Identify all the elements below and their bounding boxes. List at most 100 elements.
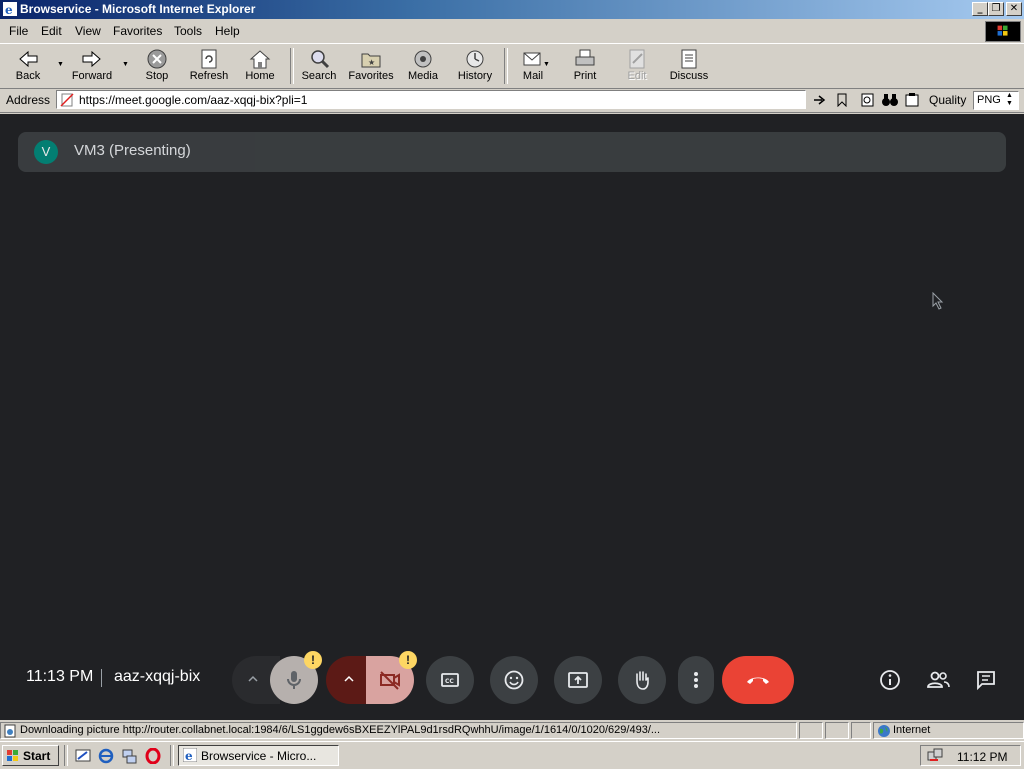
menu-favorites[interactable]: Favorites <box>113 24 162 38</box>
home-button[interactable]: Home <box>234 46 286 86</box>
binoculars-icon[interactable] <box>881 93 899 107</box>
chat-button[interactable] <box>968 662 1004 698</box>
quality-select[interactable]: PNG ▲ ▼ <box>973 91 1019 110</box>
captions-button[interactable]: CC <box>426 656 474 704</box>
back-arrow-icon <box>19 50 38 68</box>
end-call-button[interactable] <box>722 656 794 704</box>
system-tray: 11:12 PM <box>920 745 1021 766</box>
quality-label: Quality <box>929 93 967 107</box>
favorites-button[interactable]: ★ Favorites <box>345 46 397 86</box>
more-vert-icon <box>694 672 698 688</box>
network-computer-icon[interactable] <box>121 748 137 764</box>
media-button[interactable]: Media <box>397 46 449 86</box>
status-panel <box>825 722 849 739</box>
menu-bar: File Edit View Favorites Tools Help <box>0 20 1024 42</box>
forward-button[interactable]: Forward <box>66 46 118 86</box>
status-panel <box>799 722 823 739</box>
mic-warning-badge: ! <box>304 651 322 669</box>
ie-window-icon: e <box>183 748 197 762</box>
menu-tools[interactable]: Tools <box>174 24 202 38</box>
maximize-button[interactable]: ❐ <box>988 2 1004 16</box>
discuss-button[interactable]: Discuss <box>663 46 715 86</box>
meeting-time: 11:13 PM <box>26 668 94 685</box>
present-screen-icon <box>568 672 588 688</box>
internet-zone-icon <box>878 725 890 737</box>
raise-hand-button[interactable] <box>618 656 666 704</box>
svg-text:CC: CC <box>445 678 454 685</box>
page-broken-icon <box>60 93 74 107</box>
chevron-up-icon <box>248 675 258 682</box>
windows-flag-icon <box>7 750 18 761</box>
edit-button[interactable]: Edit <box>611 46 663 86</box>
history-button[interactable]: History <box>449 46 501 86</box>
address-label: Address <box>6 93 51 107</box>
tray-network-icon[interactable] <box>927 748 943 764</box>
windows-logo-icon <box>985 21 1021 42</box>
stop-icon <box>147 49 167 69</box>
find-page-icon[interactable] <box>860 93 876 107</box>
present-screen-button[interactable] <box>554 656 602 704</box>
zone-label: Internet <box>893 724 931 736</box>
refresh-button[interactable]: Refresh <box>183 46 235 86</box>
menu-help[interactable]: Help <box>215 24 240 38</box>
svg-text:e: e <box>185 749 193 762</box>
clock[interactable]: 11:12 PM <box>957 750 1007 764</box>
minimize-button[interactable]: _ <box>972 2 988 16</box>
address-bar: Address https://meet.google.com/aaz-xqqj… <box>0 88 1024 113</box>
opera-icon[interactable] <box>145 748 161 764</box>
close-button[interactable]: ✕ <box>1006 2 1022 16</box>
meeting-details-button[interactable] <box>872 662 908 698</box>
taskbar-separator <box>64 745 68 766</box>
search-button[interactable]: Search <box>293 46 345 86</box>
internet-explorer-icon[interactable] <box>98 748 114 764</box>
divider <box>101 669 102 687</box>
clipboard-icon[interactable] <box>904 93 920 107</box>
meet-content-area[interactable]: V VM3 (Presenting) 11:13 PM aaz-xqqj-bix… <box>0 114 1024 720</box>
page-loading-icon <box>4 724 16 738</box>
address-url: https://meet.google.com/aaz-xqqj-bix?pli… <box>79 93 308 107</box>
menu-edit[interactable]: Edit <box>41 24 62 38</box>
back-button[interactable]: Back <box>2 46 54 86</box>
menu-file[interactable]: File <box>9 24 28 38</box>
quality-value: PNG <box>977 94 1001 106</box>
show-desktop-icon[interactable] <box>75 748 91 764</box>
address-input[interactable]: https://meet.google.com/aaz-xqqj-bix?pli… <box>56 90 806 109</box>
start-button[interactable]: Start <box>2 745 59 766</box>
window-title: Browservice - Microsoft Internet Explore… <box>20 2 256 16</box>
people-button[interactable] <box>920 662 956 698</box>
microphone-icon <box>287 671 301 689</box>
mail-icon <box>523 52 541 66</box>
chevron-up-icon <box>344 675 354 682</box>
presenter-bar: V VM3 (Presenting) <box>18 132 1006 172</box>
print-button[interactable]: Print <box>559 46 611 86</box>
discuss-icon <box>681 49 697 69</box>
printer-icon <box>575 49 595 66</box>
search-icon <box>311 50 330 69</box>
taskbar-window-browservice[interactable]: e Browservice - Micro... <box>178 745 339 766</box>
go-arrow-icon[interactable] <box>812 93 828 107</box>
home-icon <box>249 50 271 69</box>
history-icon <box>466 50 484 68</box>
stop-button[interactable]: Stop <box>131 46 183 86</box>
forward-arrow-icon <box>82 50 101 68</box>
svg-text:★: ★ <box>368 58 375 67</box>
bookmark-icon[interactable] <box>836 93 848 107</box>
info-icon <box>880 670 900 690</box>
more-options-button[interactable] <box>678 656 714 704</box>
edit-page-icon <box>629 49 645 69</box>
title-bar[interactable]: e Browservice - Microsoft Internet Explo… <box>0 0 1024 19</box>
spinner-arrows-icon[interactable]: ▲ ▼ <box>1006 92 1013 108</box>
mail-dropdown-icon[interactable]: ▼ <box>543 61 550 68</box>
people-icon <box>927 671 950 688</box>
toolbar: Back ▼ Forward ▼ Stop Refresh Home Searc… <box>0 43 1024 89</box>
closed-captions-icon: CC <box>441 673 459 687</box>
taskbar-window-label: Browservice - Micro... <box>201 749 317 763</box>
chat-icon <box>977 671 995 691</box>
presenter-name: VM3 (Presenting) <box>74 142 191 159</box>
start-label: Start <box>23 749 51 763</box>
back-dropdown-icon[interactable]: ▼ <box>57 61 64 68</box>
forward-dropdown-icon[interactable]: ▼ <box>122 61 129 68</box>
menu-view[interactable]: View <box>75 24 101 38</box>
mail-button[interactable]: Mail <box>507 46 559 86</box>
reactions-button[interactable] <box>490 656 538 704</box>
